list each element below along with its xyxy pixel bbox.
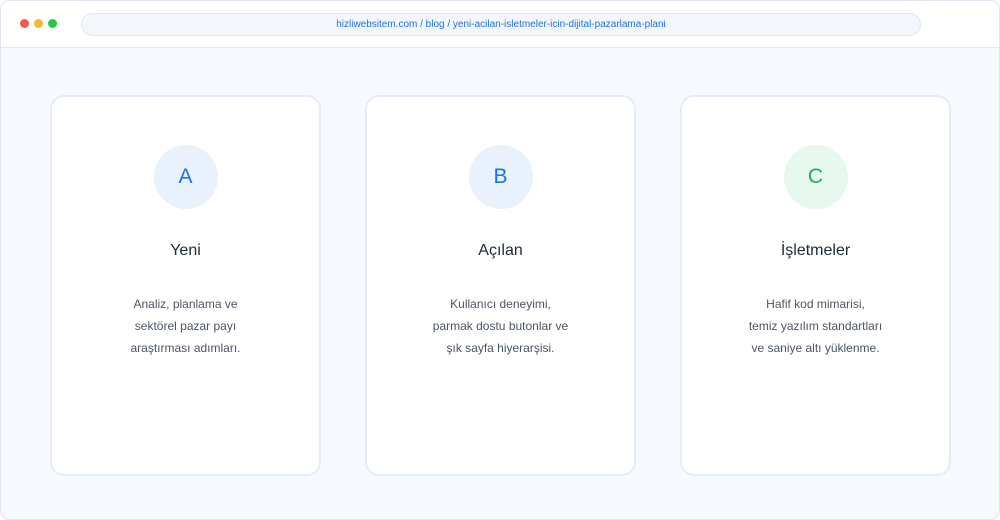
feature-card-b: B Açılan Kullanıcı deneyimi, parmak dost… xyxy=(365,95,636,476)
badge-letter: C xyxy=(807,165,824,188)
description-line: şık sayfa hiyerarşisi. xyxy=(446,341,555,355)
letter-badge-a: A xyxy=(153,145,218,209)
card-description: Hafif kod mimarisi, temiz yazılım standa… xyxy=(682,293,949,359)
description-line: ve saniye altı yüklenme. xyxy=(751,341,880,355)
description-line: Analiz, planlama ve xyxy=(133,297,238,311)
description-line: sektörel pazar payı xyxy=(134,319,237,333)
description-line: parmak dostu butonlar ve xyxy=(432,319,569,333)
maximize-dot[interactable] xyxy=(48,19,57,28)
description-line: araştırması adımları. xyxy=(130,341,241,355)
card-title: Açılan xyxy=(478,242,523,259)
browser-titlebar: hizliwebsitem.com / blog / yeni-acilan-i… xyxy=(1,1,999,48)
card-description: Kullanıcı deneyimi, parmak dostu butonla… xyxy=(367,293,634,359)
card-title: İşletmeler xyxy=(780,242,851,259)
description-line: Kullanıcı deneyimi, xyxy=(450,297,551,311)
letter-badge-b: B xyxy=(468,145,533,209)
card-title: Yeni xyxy=(170,242,201,259)
browser-window: hizliwebsitem.com / blog / yeni-acilan-i… xyxy=(0,0,1000,520)
window-controls xyxy=(20,19,57,28)
feature-card-c: C İşletmeler Hafif kod mimarisi, temiz y… xyxy=(680,95,951,476)
description-line: temiz yazılım standartları xyxy=(748,319,883,333)
feature-card-a: A Yeni Analiz, planlama ve sektörel paza… xyxy=(50,95,321,476)
address-bar[interactable]: hizliwebsitem.com / blog / yeni-acilan-i… xyxy=(81,13,921,36)
card-description: Analiz, planlama ve sektörel pazar payı … xyxy=(52,293,319,359)
minimize-dot[interactable] xyxy=(34,19,43,28)
letter-badge-c: C xyxy=(783,145,848,209)
badge-letter: A xyxy=(178,165,193,188)
page-content: A Yeni Analiz, planlama ve sektörel paza… xyxy=(1,48,999,519)
address-bar-url: hizliwebsitem.com / blog / yeni-acilan-i… xyxy=(336,19,666,30)
close-dot[interactable] xyxy=(20,19,29,28)
badge-letter: B xyxy=(493,165,508,188)
description-line: Hafif kod mimarisi, xyxy=(766,297,865,311)
